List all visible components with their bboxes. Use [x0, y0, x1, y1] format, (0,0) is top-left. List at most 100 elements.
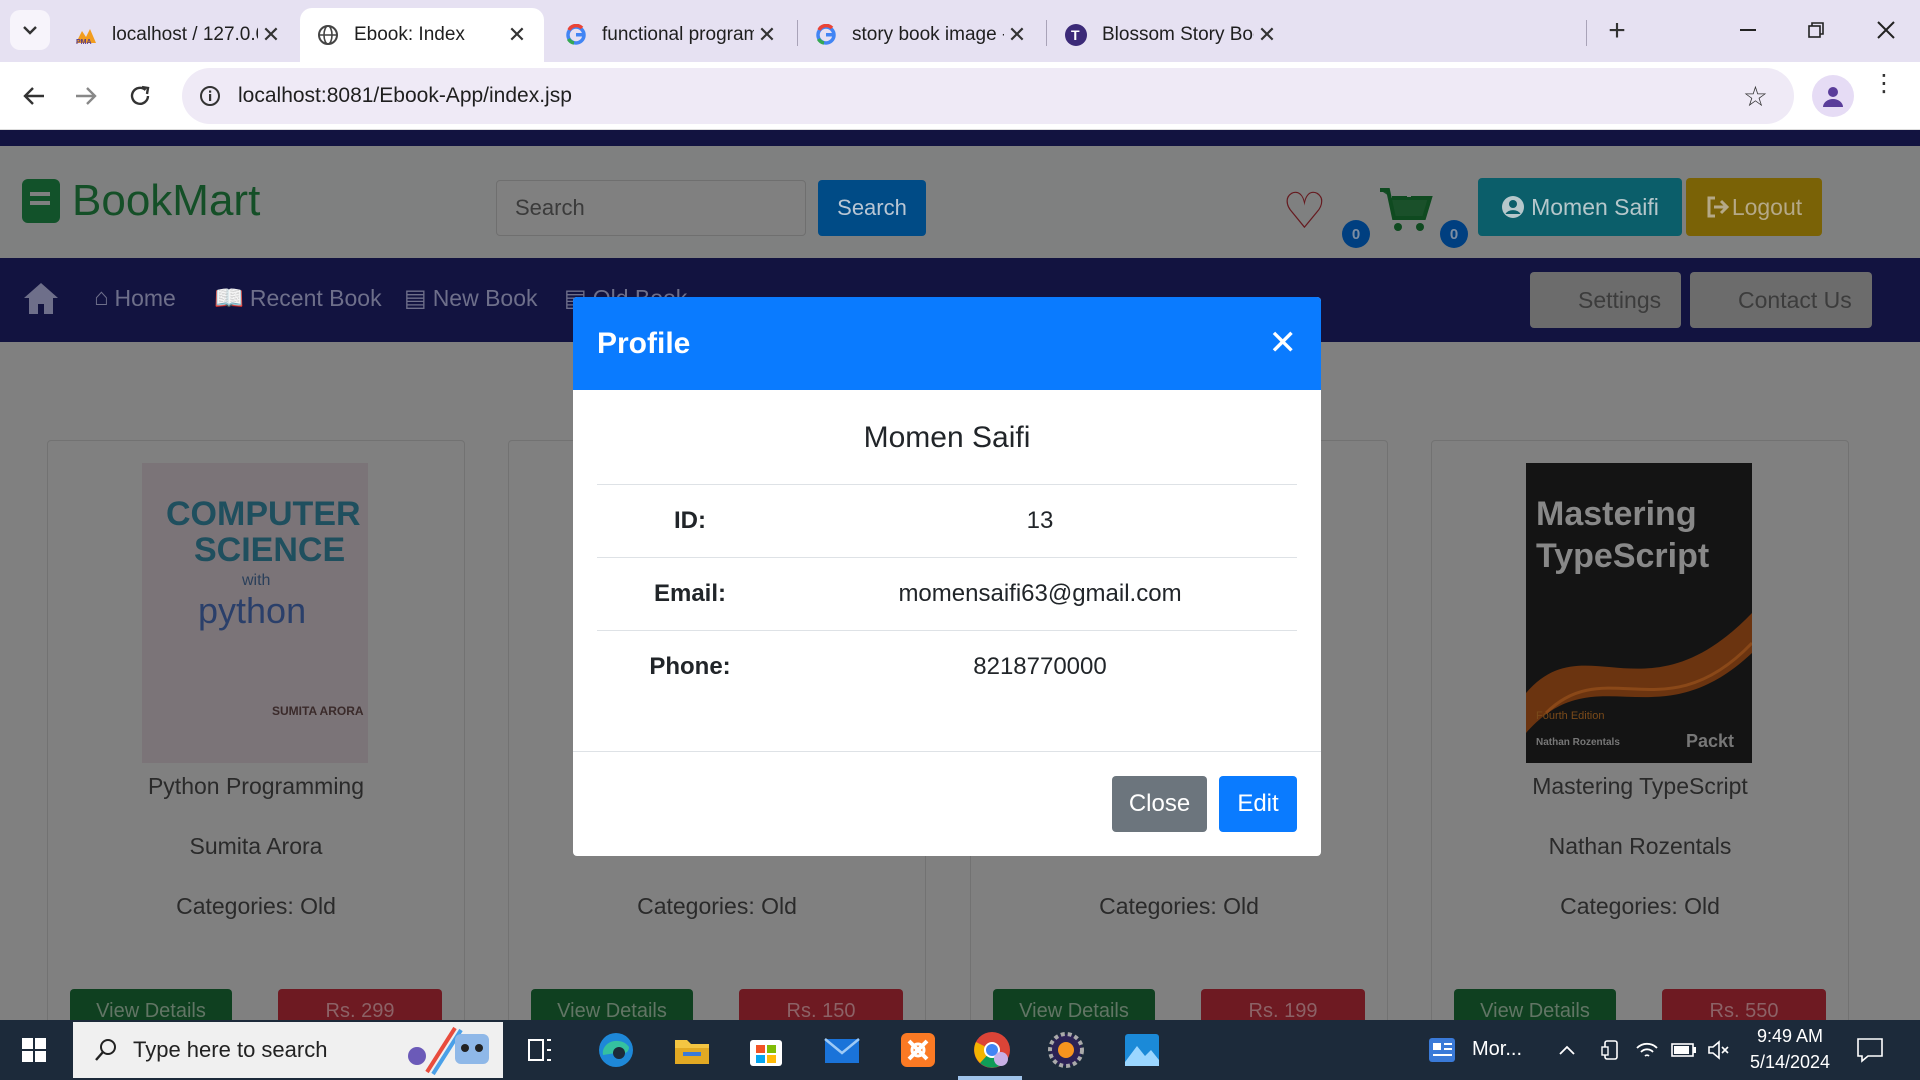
chevron-up-icon[interactable] [1552, 1028, 1582, 1072]
open-book-icon: 📖 [214, 285, 244, 312]
price-button[interactable]: Rs. 150 [739, 989, 903, 1020]
close-tab-icon[interactable]: ✕ [1004, 22, 1030, 48]
tab-title: Blossom Story Books - B [1102, 24, 1254, 45]
back-button[interactable] [12, 74, 56, 118]
modal-close-icon[interactable]: ✕ [1269, 323, 1298, 363]
close-tab-icon[interactable]: ✕ [1254, 22, 1280, 48]
tab-search-button[interactable] [10, 10, 50, 50]
google-icon [564, 23, 588, 47]
tab-separator [1046, 20, 1047, 46]
row-label: ID: [674, 507, 706, 534]
chrome-icon[interactable] [970, 1028, 1014, 1072]
wifi-icon[interactable] [1632, 1028, 1662, 1072]
book-author: Sumita Arora [189, 833, 323, 859]
tab-blossom-story-books[interactable]: T Blossom Story Books - B ✕ [1048, 8, 1294, 62]
site-info-icon[interactable] [182, 85, 238, 107]
view-details-button[interactable]: View Details [993, 989, 1155, 1020]
close-tab-icon[interactable]: ✕ [504, 22, 530, 48]
taskbar-search-box[interactable]: Type here to search [73, 1022, 503, 1078]
tab-story-book-image[interactable]: story book image - Goog ✕ [798, 8, 1044, 62]
profile-modal: Profile ✕ Momen Saifi ID: 13 Email: mome… [573, 297, 1321, 856]
minimize-button[interactable] [1718, 10, 1778, 50]
svg-text:Nathan Rozentals: Nathan Rozentals [1536, 737, 1620, 748]
photos-app-icon[interactable] [1120, 1028, 1164, 1072]
wishlist-count-badge: 0 [1342, 220, 1370, 248]
address-bar[interactable]: localhost:8081/Ebook-App/index.jsp ☆ [182, 68, 1794, 124]
book-icon: ▤ [404, 285, 427, 312]
google-icon [814, 23, 838, 47]
profile-avatar-icon[interactable] [1812, 75, 1854, 117]
widget-label[interactable]: Mor... [1472, 1038, 1522, 1061]
profile-row-phone: Phone: 8218770000 [597, 630, 1297, 703]
nav-home[interactable]: ⌂ Home [94, 284, 176, 312]
svg-text:python: python [198, 590, 306, 631]
microsoft-store-icon[interactable] [744, 1028, 788, 1072]
notification-center-icon[interactable] [1848, 1028, 1892, 1072]
tab-ebook-index[interactable]: Ebook: Index ✕ [300, 8, 544, 62]
forward-button[interactable] [64, 74, 108, 118]
row-value: 8218770000 [973, 653, 1107, 680]
logout-button[interactable]: Logout [1686, 178, 1822, 236]
globe-icon [316, 23, 340, 47]
svg-text:SUMITA ARORA: SUMITA ARORA [272, 704, 364, 718]
site-logo[interactable]: BookMart [22, 176, 260, 226]
edge-browser-icon[interactable] [594, 1028, 638, 1072]
reload-button[interactable] [118, 74, 162, 118]
site-logo-text: BookMart [72, 176, 261, 225]
modal-footer: Close Edit [573, 751, 1321, 856]
mail-icon[interactable] [820, 1028, 864, 1072]
clock-date[interactable]: 5/14/2024 [1744, 1052, 1836, 1073]
row-value: 13 [1026, 507, 1054, 534]
price-button[interactable]: Rs. 550 [1662, 989, 1826, 1020]
window-close-button[interactable] [1856, 10, 1916, 50]
task-view-icon[interactable] [518, 1028, 562, 1072]
news-widget-icon[interactable] [1420, 1028, 1464, 1072]
close-button[interactable]: Close [1112, 776, 1207, 832]
cart-icon[interactable] [1378, 184, 1434, 234]
windows-start-icon[interactable] [14, 1032, 54, 1068]
nav-recent-book[interactable]: 📖 Recent Book [214, 284, 382, 313]
wishlist-heart-icon[interactable]: ♡ [1282, 186, 1327, 236]
tab-functional-programming[interactable]: functional programming ✕ [548, 8, 794, 62]
view-details-button[interactable]: View Details [1454, 989, 1616, 1020]
home-icon[interactable] [22, 280, 60, 316]
top-strip [0, 130, 1920, 146]
book-search-button[interactable]: Search [818, 180, 926, 236]
site-header: BookMart Search Search ♡ 0 0 Momen Saifi… [0, 146, 1920, 258]
tab-phpmyadmin[interactable]: PMA localhost / 127.0.0.1 / eb ✕ [58, 8, 298, 62]
book-search-input[interactable]: Search [496, 180, 806, 236]
new-tab-button[interactable]: + [1600, 14, 1634, 48]
book-card: COMPUTER SCIENCE with python SUMITA AROR… [47, 440, 465, 1020]
phpmyadmin-icon: PMA [74, 23, 98, 47]
clock-time[interactable]: 9:49 AM [1744, 1026, 1836, 1047]
battery-icon[interactable] [1668, 1028, 1700, 1072]
arrow-left-icon [23, 87, 44, 105]
view-details-button[interactable]: View Details [70, 989, 232, 1020]
phone-link-icon[interactable] [1596, 1028, 1626, 1072]
bookmark-star-icon[interactable]: ☆ [1743, 80, 1768, 113]
contact-us-button[interactable]: Contact Us [1690, 272, 1872, 328]
close-tab-icon[interactable]: ✕ [258, 22, 284, 48]
cart-count-badge: 0 [1440, 220, 1468, 248]
nav-new-book[interactable]: ▤ New Book [404, 284, 538, 313]
browser-menu-icon[interactable]: ⋮ [1870, 72, 1898, 96]
xampp-icon[interactable] [896, 1028, 940, 1072]
price-button[interactable]: Rs. 199 [1201, 989, 1365, 1020]
edit-button[interactable]: Edit [1219, 776, 1297, 832]
user-profile-button[interactable]: Momen Saifi [1478, 178, 1682, 236]
volume-muted-icon[interactable] [1704, 1028, 1734, 1072]
file-explorer-icon[interactable] [670, 1028, 714, 1072]
profile-row-id: ID: 13 [597, 484, 1297, 557]
profile-row-email: Email: momensaifi63@gmail.com [597, 557, 1297, 630]
user-circle-icon [1502, 196, 1525, 218]
svg-text:PMA: PMA [76, 39, 92, 45]
close-tab-icon[interactable]: ✕ [754, 22, 780, 48]
restore-icon [1808, 22, 1824, 38]
price-button[interactable]: Rs. 299 [278, 989, 442, 1020]
restore-button[interactable] [1786, 10, 1846, 50]
windows-taskbar: Type here to search Mor... 9:49 AM 5/14/… [0, 1020, 1920, 1080]
eclipse-ide-icon[interactable] [1044, 1028, 1088, 1072]
taskbar-search-placeholder: Type here to search [133, 1037, 328, 1062]
view-details-button[interactable]: View Details [531, 989, 693, 1020]
settings-button[interactable]: Settings [1530, 272, 1682, 328]
